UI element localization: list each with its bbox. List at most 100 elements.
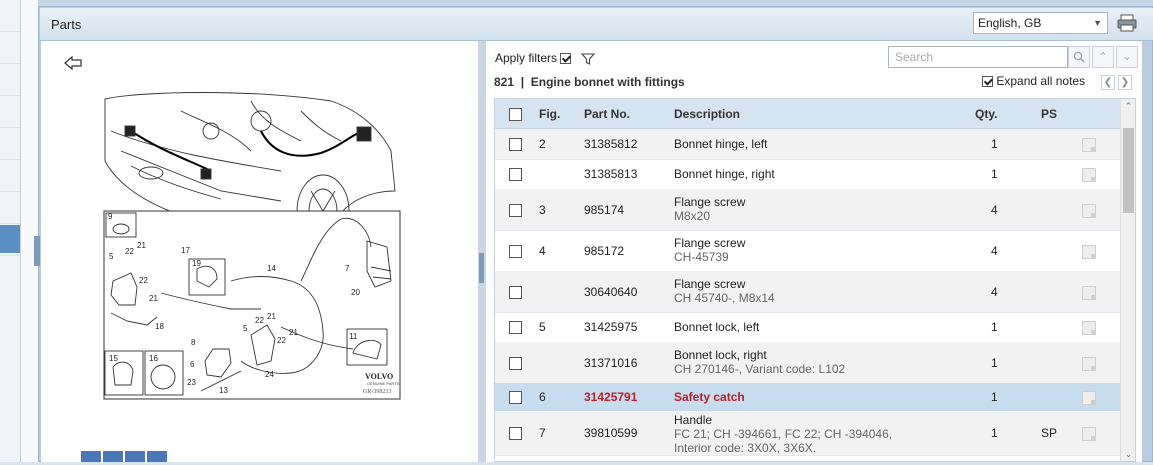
previous-page-button[interactable]: ❮	[1101, 75, 1115, 90]
row-qty: 1	[991, 320, 998, 334]
left-strip-selected-item[interactable]	[0, 225, 20, 253]
apply-filters-label: Apply filters	[495, 51, 558, 65]
row-checkbox[interactable]	[509, 391, 522, 404]
row-part-number[interactable]: 31385812	[584, 137, 637, 151]
expand-all-notes-checkbox[interactable]	[982, 76, 993, 88]
table-row[interactable]: 4 985172 Flange screw CH-45739 4	[495, 230, 1120, 272]
expand-all-notes[interactable]: Expand all notes	[982, 74, 1085, 88]
svg-text:5: 5	[109, 252, 114, 261]
select-all-checkbox[interactable]	[509, 108, 522, 121]
svg-text:16: 16	[149, 354, 158, 363]
row-checkbox[interactable]	[509, 286, 522, 299]
row-checkbox[interactable]	[509, 245, 522, 258]
row-checkbox[interactable]	[509, 168, 522, 181]
section-heading: 821 | Engine bonnet with fittings	[494, 75, 685, 89]
search-input[interactable]: Search	[888, 46, 1068, 68]
note-icon[interactable]	[1082, 138, 1096, 152]
zoom-toolbar[interactable]	[81, 451, 171, 462]
row-fig: 5	[539, 320, 546, 334]
svg-text:5: 5	[243, 324, 248, 333]
row-description-detail: M8x20	[674, 209, 711, 223]
zoom-in-icon[interactable]	[103, 451, 123, 462]
row-part-number[interactable]: 31425791	[584, 390, 637, 404]
scroll-down-icon[interactable]: ⌄	[1121, 447, 1135, 461]
language-select[interactable]: English, GB ▼	[973, 12, 1108, 34]
print-icon[interactable]	[1117, 14, 1137, 32]
row-checkbox[interactable]	[509, 204, 522, 217]
svg-text:21: 21	[289, 328, 298, 337]
note-icon[interactable]	[1082, 427, 1096, 441]
diagram-brand: VOLVO	[365, 372, 393, 381]
expand-all-notes-label: Expand all notes	[996, 74, 1086, 88]
row-checkbox[interactable]	[509, 321, 522, 334]
search-previous-button[interactable]: ⌃	[1092, 46, 1114, 68]
column-qty[interactable]: Qty.	[975, 107, 997, 121]
row-part-number[interactable]: 31385813	[584, 167, 637, 181]
svg-text:21: 21	[149, 294, 158, 303]
row-description: Bonnet lock, right	[674, 348, 767, 362]
search-button[interactable]	[1068, 46, 1090, 68]
column-part-no[interactable]: Part No.	[584, 107, 630, 121]
row-fig: 7	[539, 426, 546, 440]
row-part-number[interactable]: 985174	[584, 203, 624, 217]
note-icon[interactable]	[1082, 391, 1096, 405]
row-description: Flange screw	[674, 195, 746, 209]
row-qty: 4	[991, 244, 998, 258]
row-part-number[interactable]: 31371016	[584, 356, 637, 370]
filter-icon[interactable]	[580, 53, 595, 65]
zoom-fit-icon[interactable]	[147, 451, 167, 462]
note-icon[interactable]	[1082, 286, 1096, 300]
row-description-detail: CH 45740-, M8x14	[674, 291, 775, 305]
svg-text:20: 20	[351, 288, 360, 297]
search-next-button[interactable]: ⌄	[1116, 46, 1138, 68]
chevron-right-icon: ❯	[1120, 77, 1130, 88]
table-scrollbar[interactable]: ⌃ ⌄	[1120, 99, 1135, 461]
table-row[interactable]: 7 39810599 Handle FC 21; CH -394661, FC 22;…	[495, 411, 1120, 456]
row-checkbox[interactable]	[509, 138, 522, 151]
diagram-brand-sub: GENUINE PARTS	[367, 381, 400, 386]
apply-filters[interactable]: Apply filters	[495, 51, 595, 65]
row-qty: 4	[991, 203, 998, 217]
row-part-number[interactable]: 30640640	[584, 285, 637, 299]
row-part-number[interactable]: 985172	[584, 244, 624, 258]
row-part-number[interactable]: 31425975	[584, 320, 637, 334]
row-checkbox[interactable]	[509, 427, 522, 440]
scroll-up-icon[interactable]: ⌃	[1121, 99, 1135, 113]
gap	[21, 0, 38, 462]
column-ps[interactable]: PS	[1041, 107, 1057, 121]
next-page-button[interactable]: ❯	[1118, 75, 1132, 90]
note-icon[interactable]	[1082, 204, 1096, 218]
note-icon[interactable]	[1082, 321, 1096, 335]
table-row[interactable]: 31385813 Bonnet hinge, right 1	[495, 159, 1120, 190]
search-icon	[1073, 51, 1085, 63]
left-navigation-strip	[0, 0, 21, 462]
svg-text:23: 23	[187, 378, 196, 387]
scrollbar-thumb[interactable]	[1123, 128, 1134, 213]
column-fig[interactable]: Fig.	[539, 107, 560, 121]
zoom-out-icon[interactable]	[125, 451, 145, 462]
row-qty: 1	[991, 426, 998, 440]
svg-text:24: 24	[265, 370, 274, 379]
table-row[interactable]: 3 985174 Flange screw M8x20 4	[495, 189, 1120, 231]
back-arrow-icon[interactable]	[64, 56, 82, 70]
note-icon[interactable]	[1082, 168, 1096, 182]
table-row[interactable]: 31371016 Bonnet lock, right CH 270146-, Va…	[495, 342, 1120, 384]
svg-text:22: 22	[255, 316, 264, 325]
parts-list-panel: Apply filters Search ⌃ ⌄ 821 | Engine bo…	[486, 41, 1142, 462]
panel-splitter[interactable]	[478, 41, 486, 462]
table-row[interactable]: 5 31425975 Bonnet lock, left 1	[495, 312, 1120, 343]
row-description: Handle	[674, 413, 713, 427]
table-row[interactable]: 2 31385812 Bonnet hinge, left 1	[495, 129, 1120, 160]
row-part-number[interactable]: 39810599	[584, 426, 637, 440]
row-fig: 6	[539, 390, 546, 404]
zoom-pointer-icon[interactable]	[81, 451, 101, 462]
table-row[interactable]: 6 31425791 Safety catch 1	[495, 383, 1120, 412]
note-icon[interactable]	[1082, 245, 1096, 259]
apply-filters-checkbox[interactable]	[560, 53, 572, 65]
left-splitter-handle[interactable]	[34, 236, 40, 266]
column-description[interactable]: Description	[674, 107, 740, 121]
note-icon[interactable]	[1082, 357, 1096, 371]
svg-text:22: 22	[277, 336, 286, 345]
table-row[interactable]: 30640640 Flange screw CH 45740-, M8x14 4	[495, 271, 1120, 313]
row-checkbox[interactable]	[509, 357, 522, 370]
